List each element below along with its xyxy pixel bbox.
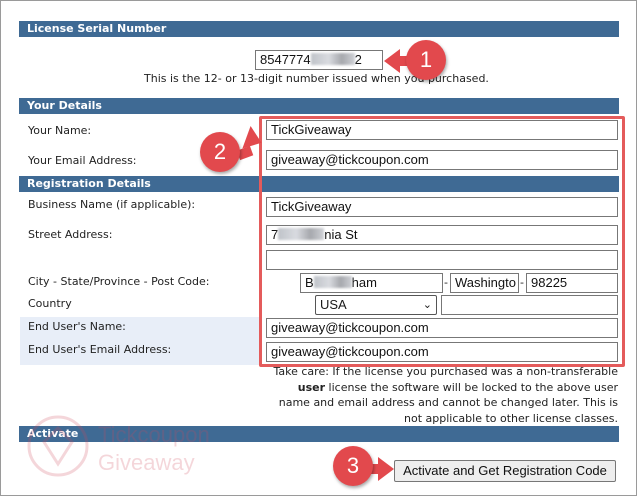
watermark-logo-icon bbox=[27, 415, 89, 477]
arrow-left-icon bbox=[384, 49, 400, 73]
step-badge-1: 1 bbox=[406, 40, 446, 80]
serial-suffix: 2 bbox=[354, 52, 362, 67]
step-badge-2: 2 bbox=[200, 132, 240, 172]
section-header-details: Your Details bbox=[19, 98, 619, 114]
note-bold-word: user bbox=[297, 380, 326, 394]
note-line-rest: license the software will be locked to t… bbox=[325, 380, 618, 394]
end-user-email-label: End User's Email Address: bbox=[28, 343, 172, 356]
redacted-blur bbox=[310, 53, 355, 65]
your-email-label: Your Email Address: bbox=[28, 154, 137, 167]
activate-button[interactable]: Activate and Get Registration Code bbox=[394, 460, 616, 482]
serial-prefix: 8547774 bbox=[260, 52, 311, 67]
note-line: user license the software will be locked… bbox=[262, 380, 618, 396]
watermark-line2: Giveaway bbox=[98, 450, 195, 475]
watermark-line1: Tickcoupon bbox=[98, 422, 210, 447]
highlight-frame bbox=[259, 116, 625, 367]
city-state-postcode-label: City - State/Province - Post Code: bbox=[28, 275, 210, 288]
your-name-label: Your Name: bbox=[28, 124, 92, 137]
street-address-label: Street Address: bbox=[28, 228, 113, 241]
arrow-right-icon bbox=[378, 457, 394, 481]
country-label: Country bbox=[28, 297, 72, 310]
step-badge-3: 3 bbox=[333, 446, 373, 486]
serial-number-input[interactable]: 8547774 2 bbox=[255, 50, 383, 70]
note-line: not applicable to other license classes. bbox=[404, 411, 618, 425]
business-name-label: Business Name (if applicable): bbox=[28, 198, 196, 211]
note-line: name and email address and cannot be cha… bbox=[278, 396, 618, 409]
watermark: Tickcoupon Giveaway bbox=[26, 414, 210, 481]
section-header-license: License Serial Number bbox=[19, 21, 619, 37]
license-note: Take care: If the license you purchased … bbox=[262, 364, 619, 426]
end-user-name-label: End User's Name: bbox=[28, 320, 126, 333]
